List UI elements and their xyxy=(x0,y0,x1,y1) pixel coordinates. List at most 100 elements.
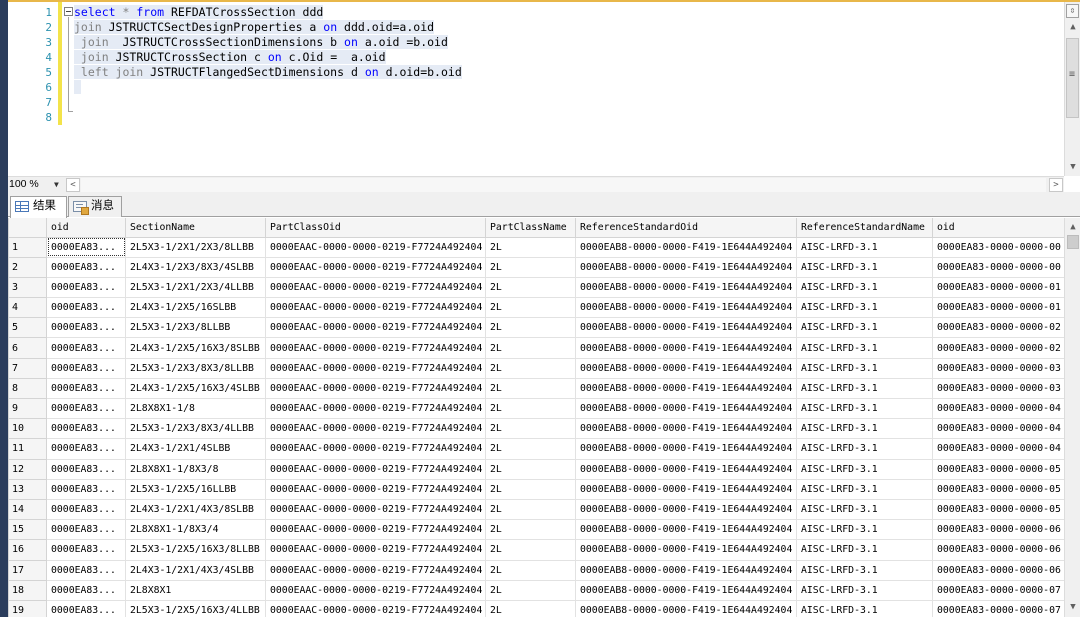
table-cell[interactable]: AISC-LRFD-3.1 xyxy=(796,397,933,420)
row-number[interactable]: 5 xyxy=(8,317,47,339)
table-cell[interactable]: 2L4X3-1/2X1/4X3/8SLBB xyxy=(125,498,266,521)
table-row[interactable]: 3 0000EA83... 2L5X3-1/2X1/2X3/4LLBB 0000EAA… xyxy=(8,276,1073,299)
table-cell[interactable]: 2L4X3-1/2X5/16X3/8SLBB xyxy=(125,337,266,359)
table-cell[interactable]: 0000EAB8-0000-0000-F419-1E644A492404 xyxy=(575,317,797,339)
table-cell[interactable]: 0000EAAC-0000-0000-0219-F7724A492404 xyxy=(265,377,486,400)
table-row[interactable]: 2 0000EA83... 2L4X3-1/2X3/8X3/4SLBB 0000EAA… xyxy=(8,256,1073,278)
table-cell[interactable]: 2L5X3-1/2X5/16X3/8LLBB xyxy=(125,539,266,561)
table-cell[interactable]: 2L5X3-1/2X1/2X3/8LLBB xyxy=(125,236,266,258)
code-line[interactable]: join JSTRUCTCrossSection c on c.Oid = a.… xyxy=(74,50,386,65)
row-number[interactable]: 18 xyxy=(8,579,47,601)
table-cell[interactable]: 0000EAAC-0000-0000-0219-F7724A492404 xyxy=(265,579,486,601)
table-cell[interactable]: 0000EA83-0000-0000-00 xyxy=(932,236,1073,258)
column-header[interactable]: oid xyxy=(932,218,1073,238)
table-cell[interactable]: 2L5X3-1/2X3/8LLBB xyxy=(125,317,266,339)
results-grid[interactable]: oid SectionName PartClassOid PartClassName R… xyxy=(8,218,1080,617)
row-number[interactable]: 1 xyxy=(8,236,47,258)
table-cell[interactable]: 0000EA83... xyxy=(46,377,126,400)
table-cell[interactable]: 2L xyxy=(485,559,576,581)
table-row[interactable]: 18 0000EA83... 2L8X8X1 0000EAAC-0000-0000-0… xyxy=(8,579,1073,601)
scroll-up-icon[interactable]: ▲ xyxy=(1066,220,1080,234)
table-cell[interactable]: AISC-LRFD-3.1 xyxy=(796,458,933,480)
table-cell[interactable]: 0000EA83-0000-0000-04 xyxy=(932,418,1073,440)
table-cell[interactable]: AISC-LRFD-3.1 xyxy=(796,519,933,541)
table-cell[interactable]: 2L xyxy=(485,317,576,339)
table-cell[interactable]: 0000EAB8-0000-0000-F419-1E644A492404 xyxy=(575,498,797,521)
chevron-down-icon[interactable]: ▼ xyxy=(54,180,59,189)
table-cell[interactable]: 0000EA83... xyxy=(46,599,126,617)
table-cell[interactable]: 2L5X3-1/2X5/16LLBB xyxy=(125,478,266,500)
table-cell[interactable]: 2L xyxy=(485,297,576,319)
table-cell[interactable]: 0000EAAC-0000-0000-0219-F7724A492404 xyxy=(265,458,486,480)
row-number[interactable]: 7 xyxy=(8,357,47,379)
table-cell[interactable]: 2L xyxy=(485,236,576,258)
table-cell[interactable]: 0000EA83-0000-0000-02 xyxy=(932,317,1073,339)
column-header[interactable]: ReferenceStandardOid xyxy=(575,218,797,238)
table-row[interactable]: 6 0000EA83... 2L4X3-1/2X5/16X3/8SLBB 0000EA… xyxy=(8,337,1073,359)
table-cell[interactable]: 0000EA83-0000-0000-07 xyxy=(932,599,1073,617)
table-cell[interactable]: AISC-LRFD-3.1 xyxy=(796,418,933,440)
table-cell[interactable]: 2L xyxy=(485,599,576,617)
column-header[interactable]: oid xyxy=(46,218,126,238)
table-cell[interactable]: AISC-LRFD-3.1 xyxy=(796,478,933,500)
row-number[interactable]: 10 xyxy=(8,418,47,440)
row-number[interactable]: 13 xyxy=(8,478,47,500)
table-cell[interactable]: AISC-LRFD-3.1 xyxy=(796,438,933,460)
table-cell[interactable]: 0000EAAC-0000-0000-0219-F7724A492404 xyxy=(265,539,486,561)
table-cell[interactable]: 0000EAB8-0000-0000-F419-1E644A492404 xyxy=(575,418,797,440)
table-cell[interactable]: 2L xyxy=(485,438,576,460)
row-number[interactable]: 12 xyxy=(8,458,47,480)
table-cell[interactable]: 0000EA83-0000-0000-04 xyxy=(932,397,1073,420)
table-cell[interactable]: 2L5X3-1/2X1/2X3/4LLBB xyxy=(125,276,266,299)
table-cell[interactable]: 2L8X8X1-1/8 xyxy=(125,397,266,420)
table-row[interactable]: 11 0000EA83... 2L4X3-1/2X1/4SLBB 0000EAAC-0… xyxy=(8,438,1073,460)
table-cell[interactable]: 2L8X8X1-1/8X3/4 xyxy=(125,519,266,541)
table-cell[interactable]: 0000EAB8-0000-0000-F419-1E644A492404 xyxy=(575,276,797,299)
table-cell[interactable]: 0000EA83... xyxy=(46,297,126,319)
table-cell[interactable]: 0000EA83... xyxy=(46,418,126,440)
table-cell[interactable]: 0000EA83... xyxy=(46,337,126,359)
row-number[interactable]: 6 xyxy=(8,337,47,359)
table-cell[interactable]: AISC-LRFD-3.1 xyxy=(796,337,933,359)
table-cell[interactable]: 0000EAB8-0000-0000-F419-1E644A492404 xyxy=(575,519,797,541)
table-cell[interactable]: 2L4X3-1/2X1/4SLBB xyxy=(125,438,266,460)
table-cell[interactable]: AISC-LRFD-3.1 xyxy=(796,579,933,601)
horizontal-scroll-track[interactable] xyxy=(81,178,1046,192)
table-cell[interactable]: 0000EA83-0000-0000-00 xyxy=(932,256,1073,278)
table-cell[interactable]: 0000EA83... xyxy=(46,357,126,379)
table-cell[interactable]: 0000EA83... xyxy=(46,559,126,581)
query-editor[interactable]: 1 2 3 4 5 6 7 8 select * from REFDATCrossSectio… xyxy=(8,2,1064,176)
table-cell[interactable]: 0000EAB8-0000-0000-F419-1E644A492404 xyxy=(575,297,797,319)
table-cell[interactable]: 0000EAB8-0000-0000-F419-1E644A492404 xyxy=(575,377,797,400)
table-cell[interactable]: 0000EAB8-0000-0000-F419-1E644A492404 xyxy=(575,478,797,500)
table-cell[interactable]: 0000EA83-0000-0000-02 xyxy=(932,337,1073,359)
row-number[interactable]: 15 xyxy=(8,519,47,541)
column-header[interactable]: SectionName xyxy=(125,218,266,238)
table-cell[interactable]: 0000EAAC-0000-0000-0219-F7724A492404 xyxy=(265,599,486,617)
table-cell[interactable]: 2L xyxy=(485,498,576,521)
column-header[interactable]: PartClassName xyxy=(485,218,576,238)
scroll-thumb[interactable] xyxy=(1066,38,1079,118)
scroll-down-icon[interactable]: ▼ xyxy=(1066,160,1080,174)
table-cell[interactable]: 0000EAB8-0000-0000-F419-1E644A492404 xyxy=(575,236,797,258)
table-cell[interactable]: 0000EA83-0000-0000-06 xyxy=(932,539,1073,561)
table-cell[interactable]: 2L xyxy=(485,256,576,278)
table-cell[interactable]: 0000EAAC-0000-0000-0219-F7724A492404 xyxy=(265,438,486,460)
scroll-down-icon[interactable]: ▼ xyxy=(1066,600,1080,614)
table-cell[interactable]: 0000EAAC-0000-0000-0219-F7724A492404 xyxy=(265,498,486,521)
table-cell[interactable]: 0000EAB8-0000-0000-F419-1E644A492404 xyxy=(575,458,797,480)
table-row[interactable]: 15 0000EA83... 2L8X8X1-1/8X3/4 0000EAAC-000… xyxy=(8,519,1073,541)
table-cell[interactable]: 0000EAAC-0000-0000-0219-F7724A492404 xyxy=(265,357,486,379)
table-cell[interactable]: 0000EA83... xyxy=(46,579,126,601)
table-cell[interactable]: 0000EA83... xyxy=(46,539,126,561)
table-cell[interactable]: 2L4X3-1/2X3/8X3/4SLBB xyxy=(125,256,266,278)
table-cell[interactable]: AISC-LRFD-3.1 xyxy=(796,498,933,521)
table-cell[interactable]: 0000EAAC-0000-0000-0219-F7724A492404 xyxy=(265,297,486,319)
table-cell[interactable]: 2L5X3-1/2X3/8X3/8LLBB xyxy=(125,357,266,379)
table-cell[interactable]: 2L xyxy=(485,276,576,299)
table-cell[interactable]: 0000EA83-0000-0000-06 xyxy=(932,559,1073,581)
table-row[interactable]: 9 0000EA83... 2L8X8X1-1/8 0000EAAC-0000-000… xyxy=(8,397,1073,420)
table-cell[interactable]: AISC-LRFD-3.1 xyxy=(796,297,933,319)
editor-vertical-scrollbar[interactable]: ⇳ ▲ ▼ xyxy=(1064,2,1080,176)
table-cell[interactable]: 0000EAB8-0000-0000-F419-1E644A492404 xyxy=(575,599,797,617)
